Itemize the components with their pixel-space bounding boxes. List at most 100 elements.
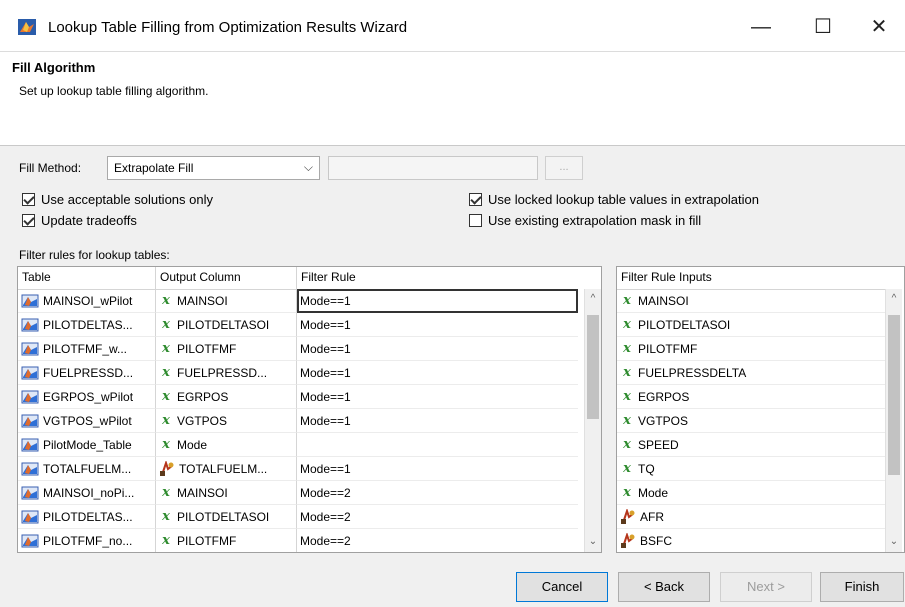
fill-method-select[interactable]: Extrapolate Fill ⌵: [107, 156, 320, 180]
scroll-up-icon[interactable]: ^: [886, 293, 902, 304]
filter-inputs-table[interactable]: Filter Rule Inputs x MAINSOI x PILOTDELTASO…: [616, 266, 905, 553]
filter-input-cell[interactable]: x SPEED: [617, 433, 885, 457]
list-item[interactable]: x SPEED: [617, 433, 885, 457]
table-row[interactable]: VGTPOS_wPilot x VGTPOS Mode==1: [18, 409, 578, 433]
lookup-table-icon: [21, 510, 39, 523]
table-row[interactable]: PILOTDELTAS... x PILOTDELTASOI Mode==1: [18, 313, 578, 337]
filter-input-cell[interactable]: x Mode: [617, 481, 885, 505]
filter-rules-table[interactable]: Table Output Column Filter Rule MAINSOI_…: [17, 266, 602, 553]
output-column-cell[interactable]: TOTALFUELM...: [156, 457, 297, 481]
filter-rule-cell[interactable]: Mode==1: [297, 457, 578, 481]
table-row[interactable]: EGRPOS_wPilot x EGRPOS Mode==1: [18, 385, 578, 409]
output-column-cell[interactable]: x MAINSOI: [156, 289, 297, 313]
filter-input-cell[interactable]: x EGRPOS: [617, 385, 885, 409]
table-row[interactable]: PILOTDELTAS... x PILOTDELTASOI Mode==2: [18, 505, 578, 529]
filter-rule-cell[interactable]: Mode==2: [297, 505, 578, 529]
column-header-output[interactable]: Output Column: [156, 267, 297, 289]
cancel-button[interactable]: Cancel: [516, 572, 608, 602]
filter-rule-cell[interactable]: Mode==2: [297, 529, 578, 552]
output-column-cell[interactable]: x PILOTFMF: [156, 337, 297, 361]
window-title: Lookup Table Filling from Optimization R…: [48, 19, 408, 36]
use-existing-mask-checkbox[interactable]: Use existing extrapolation mask in fill: [469, 213, 701, 228]
filter-input-cell[interactable]: x TQ: [617, 457, 885, 481]
filter-rule-cell[interactable]: Mode==2: [297, 481, 578, 505]
table-name-cell[interactable]: PILOTDELTAS...: [18, 505, 156, 529]
scroll-down-icon[interactable]: ⌄: [886, 536, 902, 547]
filter-rule-cell[interactable]: Mode==1: [297, 289, 578, 313]
update-tradeoffs-checkbox[interactable]: Update tradeoffs: [22, 213, 137, 228]
lookup-table-icon: [21, 486, 39, 499]
table-name-cell[interactable]: PilotMode_Table: [18, 433, 156, 457]
list-item[interactable]: AFR: [617, 505, 885, 529]
output-column-cell[interactable]: x PILOTDELTASOI: [156, 505, 297, 529]
list-item[interactable]: x Mode: [617, 481, 885, 505]
output-column-cell[interactable]: x VGTPOS: [156, 409, 297, 433]
list-item[interactable]: x FUELPRESSDELTA: [617, 361, 885, 385]
filter-input-cell[interactable]: x FUELPRESSDELTA: [617, 361, 885, 385]
filter-input-cell[interactable]: x VGTPOS: [617, 409, 885, 433]
table-name: PILOTDELTAS...: [43, 509, 133, 524]
table-row[interactable]: PILOTFMF_w... x PILOTFMF Mode==1: [18, 337, 578, 361]
output-column-cell[interactable]: x EGRPOS: [156, 385, 297, 409]
filter-inputs-scrollbar[interactable]: ^ ⌄: [885, 289, 902, 552]
close-button[interactable]: ✕: [856, 12, 902, 42]
x-variable-icon: x: [162, 317, 170, 332]
maximize-button[interactable]: ☐: [800, 12, 846, 42]
filter-rule-cell[interactable]: Mode==1: [297, 385, 578, 409]
fill-method-value: Extrapolate Fill: [114, 161, 194, 175]
filter-rule-cell[interactable]: [297, 433, 578, 457]
table-row[interactable]: MAINSOI_wPilot x MAINSOI Mode==1: [18, 289, 578, 313]
table-name-cell[interactable]: VGTPOS_wPilot: [18, 409, 156, 433]
output-column-name: PILOTDELTASOI: [177, 317, 270, 332]
column-header-table[interactable]: Table: [18, 267, 156, 289]
filter-input-cell[interactable]: x MAINSOI: [617, 289, 885, 313]
filter-rule-text: Mode==2: [300, 485, 351, 500]
finish-button[interactable]: Finish: [820, 572, 904, 602]
table-row[interactable]: FUELPRESSD... x FUELPRESSD... Mode==1: [18, 361, 578, 385]
back-button[interactable]: < Back: [618, 572, 710, 602]
list-item[interactable]: x PILOTFMF: [617, 337, 885, 361]
table-row[interactable]: PILOTFMF_no... x PILOTFMF Mode==2: [18, 529, 578, 552]
scroll-thumb[interactable]: [888, 315, 900, 475]
list-item[interactable]: x VGTPOS: [617, 409, 885, 433]
table-name-cell[interactable]: PILOTDELTAS...: [18, 313, 156, 337]
list-item[interactable]: x MAINSOI: [617, 289, 885, 313]
table-row[interactable]: TOTALFUELM... TOTALFUELM... Mode==1: [18, 457, 578, 481]
scroll-up-icon[interactable]: ^: [585, 293, 601, 304]
filter-input-cell[interactable]: BSFC: [617, 529, 885, 552]
column-header-filter-inputs[interactable]: Filter Rule Inputs: [617, 267, 885, 289]
output-column-cell[interactable]: x Mode: [156, 433, 297, 457]
list-item[interactable]: x PILOTDELTASOI: [617, 313, 885, 337]
table-name-cell[interactable]: MAINSOI_noPi...: [18, 481, 156, 505]
output-column-cell[interactable]: x PILOTFMF: [156, 529, 297, 552]
scroll-down-icon[interactable]: ⌄: [585, 536, 601, 547]
table-name-cell[interactable]: PILOTFMF_w...: [18, 337, 156, 361]
filter-rules-scrollbar[interactable]: ^ ⌄: [584, 289, 601, 552]
table-name-cell[interactable]: PILOTFMF_no...: [18, 529, 156, 552]
table-name-cell[interactable]: MAINSOI_wPilot: [18, 289, 156, 313]
table-name-cell[interactable]: EGRPOS_wPilot: [18, 385, 156, 409]
output-column-cell[interactable]: x MAINSOI: [156, 481, 297, 505]
list-item[interactable]: x TQ: [617, 457, 885, 481]
scroll-thumb[interactable]: [587, 315, 599, 419]
filter-input-cell[interactable]: x PILOTFMF: [617, 337, 885, 361]
output-column-cell[interactable]: x FUELPRESSD...: [156, 361, 297, 385]
filter-rule-cell[interactable]: Mode==1: [297, 409, 578, 433]
filter-input-cell[interactable]: AFR: [617, 505, 885, 529]
filter-rule-cell[interactable]: Mode==1: [297, 361, 578, 385]
table-name-cell[interactable]: FUELPRESSD...: [18, 361, 156, 385]
filter-input-cell[interactable]: x PILOTDELTASOI: [617, 313, 885, 337]
table-name-cell[interactable]: TOTALFUELM...: [18, 457, 156, 481]
next-button[interactable]: Next >: [720, 572, 812, 602]
output-column-cell[interactable]: x PILOTDELTASOI: [156, 313, 297, 337]
column-header-filter-rule[interactable]: Filter Rule: [297, 267, 578, 289]
minimize-button[interactable]: —: [738, 12, 784, 42]
use-locked-values-checkbox[interactable]: Use locked lookup table values in extrap…: [469, 192, 759, 207]
filter-rule-cell[interactable]: Mode==1: [297, 313, 578, 337]
filter-rule-cell[interactable]: Mode==1: [297, 337, 578, 361]
table-row[interactable]: MAINSOI_noPi... x MAINSOI Mode==2: [18, 481, 578, 505]
table-row[interactable]: PilotMode_Table x Mode: [18, 433, 578, 457]
list-item[interactable]: BSFC: [617, 529, 885, 552]
list-item[interactable]: x EGRPOS: [617, 385, 885, 409]
use-acceptable-checkbox[interactable]: Use acceptable solutions only: [22, 192, 213, 207]
